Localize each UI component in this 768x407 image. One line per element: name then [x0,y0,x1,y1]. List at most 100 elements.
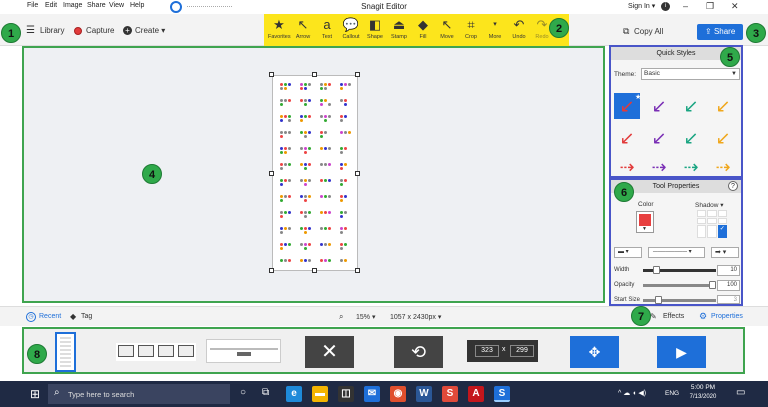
gear-icon: ⚙ [699,311,708,321]
info-icon[interactable]: i [661,2,670,11]
style-red-dotted-arrow[interactable]: ⇢ [614,154,640,177]
style-purple-arrow[interactable]: ↙ [646,93,672,119]
captured-image[interactable] [272,75,358,271]
crop-tool[interactable]: ⌗ Crop [460,14,482,46]
stamp-tool[interactable]: ⏏ Stamp [388,14,410,46]
style-orange-arrow[interactable]: ↙ [710,93,736,119]
notification-icon[interactable]: ▭ [736,387,745,398]
acrobat-icon[interactable]: A [468,386,484,402]
width-slider-thumb[interactable] [653,266,660,274]
start-size-slider[interactable] [643,299,716,302]
share-button[interactable]: ⇪ Share [697,24,743,40]
sign-in-button[interactable]: Sign In ▾ [628,2,655,10]
tray-delete-thumbnail[interactable]: ✕ [305,336,354,368]
restore-icon[interactable]: ❐ [706,1,714,12]
tool-label: Favorites [268,34,291,40]
tray-thumbnail[interactable] [116,343,196,361]
library-menu-icon[interactable]: ☰ [26,25,35,36]
copy-icon[interactable]: ⧉ [623,26,629,37]
style-teal-arrow[interactable]: ↙ [678,93,704,119]
start-size-slider-thumb[interactable] [655,296,662,304]
move-tool[interactable]: ↖ Move [436,14,458,46]
resize-handle[interactable] [355,171,360,176]
chrome-icon[interactable]: ◉ [390,386,406,402]
clock-date[interactable]: 7/13/2020 [685,394,721,400]
zoom-select[interactable]: 15% ▾ [356,313,375,321]
system-tray-icons[interactable]: ^ ☁ ◖ ◀) [618,389,646,397]
taskbar-search[interactable]: ⌕ Type here to search [48,384,230,404]
effects-button[interactable]: Effects [663,313,684,320]
resize-handle[interactable] [355,268,360,273]
tray-video-thumbnail[interactable]: ▶ [657,336,706,368]
style-red-arrow[interactable]: ↙ [614,125,640,151]
language-indicator[interactable]: ENG [665,390,679,397]
resize-handle[interactable] [312,72,317,77]
copy-all-button[interactable]: Copy All [634,27,663,36]
line-style-select[interactable]: ──────── ▾ [648,247,705,258]
image-row [279,146,353,156]
edge-icon[interactable]: e [286,386,302,402]
tray-thumbnail-selected[interactable] [55,332,76,372]
tray-resize-thumbnail[interactable]: 323 x 299 [467,340,538,362]
word-icon[interactable]: W [416,386,432,402]
resize-handle[interactable] [355,72,360,77]
snagit-editor-icon[interactable]: S [494,386,510,402]
tag-button[interactable]: Tag [81,313,92,320]
width-label: Width [614,267,630,273]
resize-handle[interactable] [269,171,274,176]
tray-rotate-thumbnail[interactable]: ⟲ [394,336,443,368]
library-button[interactable]: Library [40,26,64,35]
help-button[interactable]: ? [728,181,738,191]
resize-handle[interactable] [312,268,317,273]
resize-handle[interactable] [269,72,274,77]
fill-tool[interactable]: ◆ Fill [412,14,434,46]
width-input[interactable]: 10 [717,265,740,276]
task-view-icon[interactable]: ⧉ [262,387,269,398]
tray-capture-thumbnail[interactable]: ✥ [570,336,619,368]
callout-badge-3: 3 [746,23,766,43]
callout-tool[interactable]: 💬 Callout [340,14,362,46]
windows-start-icon[interactable]: ⊞ [30,387,40,401]
shadow-dropdown[interactable]: Shadow ▾ [695,201,724,209]
line-end-select[interactable]: ➡ ▾ [711,247,739,258]
capture-button[interactable]: Capture [86,26,114,35]
tray-thumbnail[interactable] [206,339,281,363]
resize-handle[interactable] [269,268,274,273]
tool-label: Crop [465,34,477,40]
close-icon[interactable]: ✕ [731,1,739,12]
opacity-input[interactable]: 100 [717,280,740,291]
style-teal-dotted-arrow[interactable]: ⇢ [678,154,704,177]
undo-button[interactable]: ↶ Undo [508,14,530,46]
capture-icon[interactable] [74,27,82,35]
create-plus-icon[interactable]: + [123,26,132,35]
opacity-slider[interactable] [643,284,716,287]
create-button[interactable]: Create ▾ [135,26,165,35]
file-explorer-icon[interactable]: ▬ [312,386,328,402]
arrow-tool[interactable]: ↖ Arrow [292,14,314,46]
opacity-slider-thumb[interactable] [709,281,716,289]
properties-button[interactable]: Properties [711,313,743,320]
more-tool[interactable]: ▾ More [484,14,506,46]
recent-button[interactable]: Recent [39,313,61,320]
style-purple-arrow[interactable]: ↙ [646,125,672,151]
style-orange-arrow[interactable]: ↙ [710,125,736,151]
favorites-tool[interactable]: ★ Favorites [268,14,291,46]
clock-time[interactable]: 5:00 PM [687,384,719,391]
cortana-icon[interactable]: ○ [240,387,246,398]
style-teal-arrow[interactable]: ↙ [678,125,704,151]
line-start-select[interactable]: ▬ ▾ [614,247,642,258]
start-size-input[interactable]: 3 [717,295,740,304]
image-dimensions-select[interactable]: 1057 x 2430px ▾ [390,313,441,321]
color-picker[interactable]: ▼ [636,211,654,233]
minimize-icon[interactable]: – [683,1,688,11]
snagit-capture-icon[interactable]: S [442,386,458,402]
text-tool[interactable]: a Text [316,14,338,46]
style-purple-dotted-arrow[interactable]: ⇢ [646,154,672,177]
mail-icon[interactable]: ✉ [364,386,380,402]
shape-tool[interactable]: ◧ Shape [364,14,386,46]
theme-select[interactable]: Basic ▼ [641,68,740,80]
shadow-direction-grid[interactable]: ✓ [697,210,727,238]
style-orange-dotted-arrow[interactable]: ⇢ [710,154,736,177]
stamp-icon: ⏏ [392,17,406,32]
store-icon[interactable]: ◫ [338,386,354,402]
